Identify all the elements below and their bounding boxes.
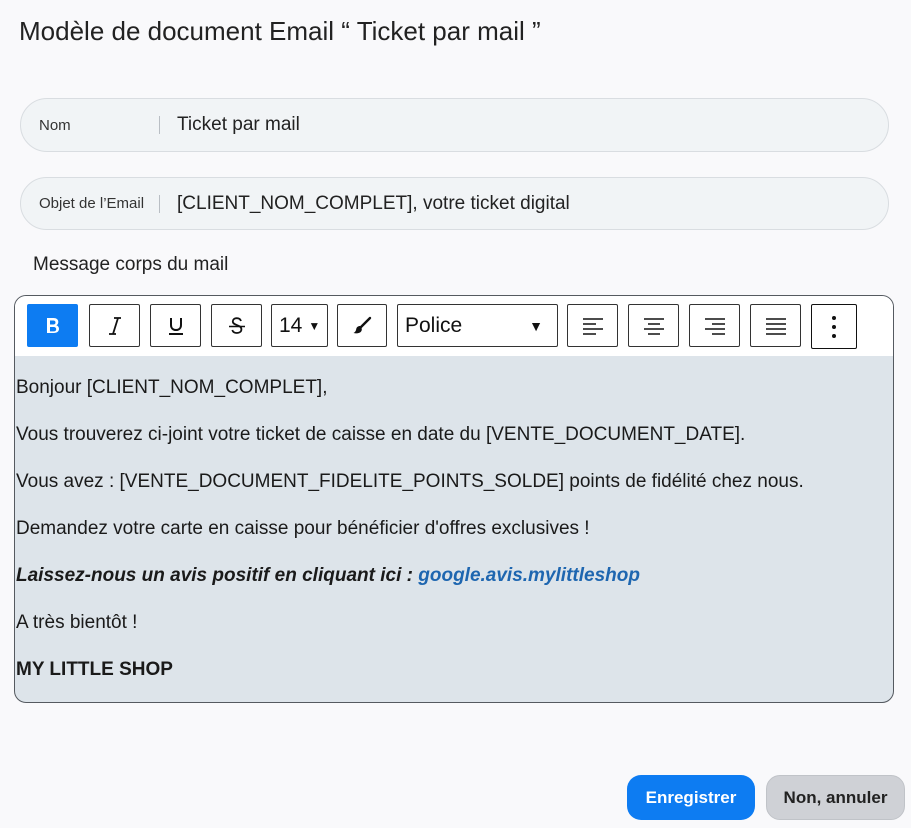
- body-paragraph: Demandez votre carte en caisse pour béné…: [16, 518, 590, 539]
- review-link[interactable]: google.avis.mylittleshop: [418, 565, 640, 586]
- bold-icon: [44, 316, 62, 336]
- more-options-button[interactable]: [811, 304, 857, 349]
- align-justify-button[interactable]: [750, 304, 801, 347]
- underline-button[interactable]: [150, 304, 201, 347]
- name-label: Nom: [39, 116, 71, 134]
- editor-toolbar: 14 ▼ Police ▼: [15, 296, 893, 356]
- subject-field: Objet de l’Email: [20, 177, 889, 230]
- more-vertical-icon: [831, 315, 837, 339]
- underline-icon: [167, 316, 185, 336]
- strikethrough-icon: [228, 316, 246, 336]
- caret-down-icon: ▼: [308, 318, 321, 333]
- font-family-select[interactable]: Police ▼: [397, 304, 558, 347]
- text-color-button[interactable]: [337, 304, 387, 347]
- font-size-value: 14: [279, 313, 303, 337]
- align-center-icon: [643, 316, 665, 336]
- name-field: Nom: [20, 98, 889, 152]
- body-signature: MY LITTLE SHOP: [16, 659, 173, 680]
- subject-input[interactable]: [160, 178, 888, 229]
- review-text: Laissez-nous un avis positif en cliquant…: [16, 565, 419, 586]
- font-size-select[interactable]: 14 ▼: [271, 304, 328, 347]
- align-right-button[interactable]: [689, 304, 740, 347]
- brush-icon: [352, 316, 372, 336]
- page-title: Modèle de document Email “ Ticket par ma…: [19, 16, 541, 46]
- align-right-icon: [704, 316, 726, 336]
- cancel-button[interactable]: Non, annuler: [766, 775, 905, 820]
- subject-label: Objet de l’Email: [39, 195, 145, 212]
- align-center-button[interactable]: [628, 304, 679, 347]
- strikethrough-button[interactable]: [211, 304, 262, 347]
- message-body-label: Message corps du mail: [33, 254, 229, 275]
- body-paragraph: Vous trouverez ci-joint votre ticket de …: [16, 424, 746, 445]
- body-greeting: Bonjour [CLIENT_NOM_COMPLET],: [16, 377, 328, 398]
- bold-button[interactable]: [27, 304, 78, 347]
- save-button[interactable]: Enregistrer: [627, 775, 755, 820]
- name-input[interactable]: [160, 99, 888, 151]
- rich-text-editor: 14 ▼ Police ▼ Bonjour [CLIENT_NOM_COMPLE…: [14, 295, 894, 703]
- align-justify-icon: [765, 316, 787, 336]
- italic-button[interactable]: [89, 304, 140, 347]
- align-left-button[interactable]: [567, 304, 618, 347]
- caret-down-icon: ▼: [529, 317, 543, 334]
- body-paragraph: Vous avez : [VENTE_DOCUMENT_FIDELITE_POI…: [16, 471, 804, 492]
- align-left-icon: [582, 316, 604, 336]
- review-paragraph: Laissez-nous un avis positif en cliquant…: [16, 564, 893, 587]
- font-family-value: Police: [405, 313, 463, 337]
- editor-content[interactable]: Bonjour [CLIENT_NOM_COMPLET], Vous trouv…: [15, 356, 893, 702]
- italic-icon: [108, 316, 122, 336]
- body-closing: A très bientôt !: [16, 612, 138, 633]
